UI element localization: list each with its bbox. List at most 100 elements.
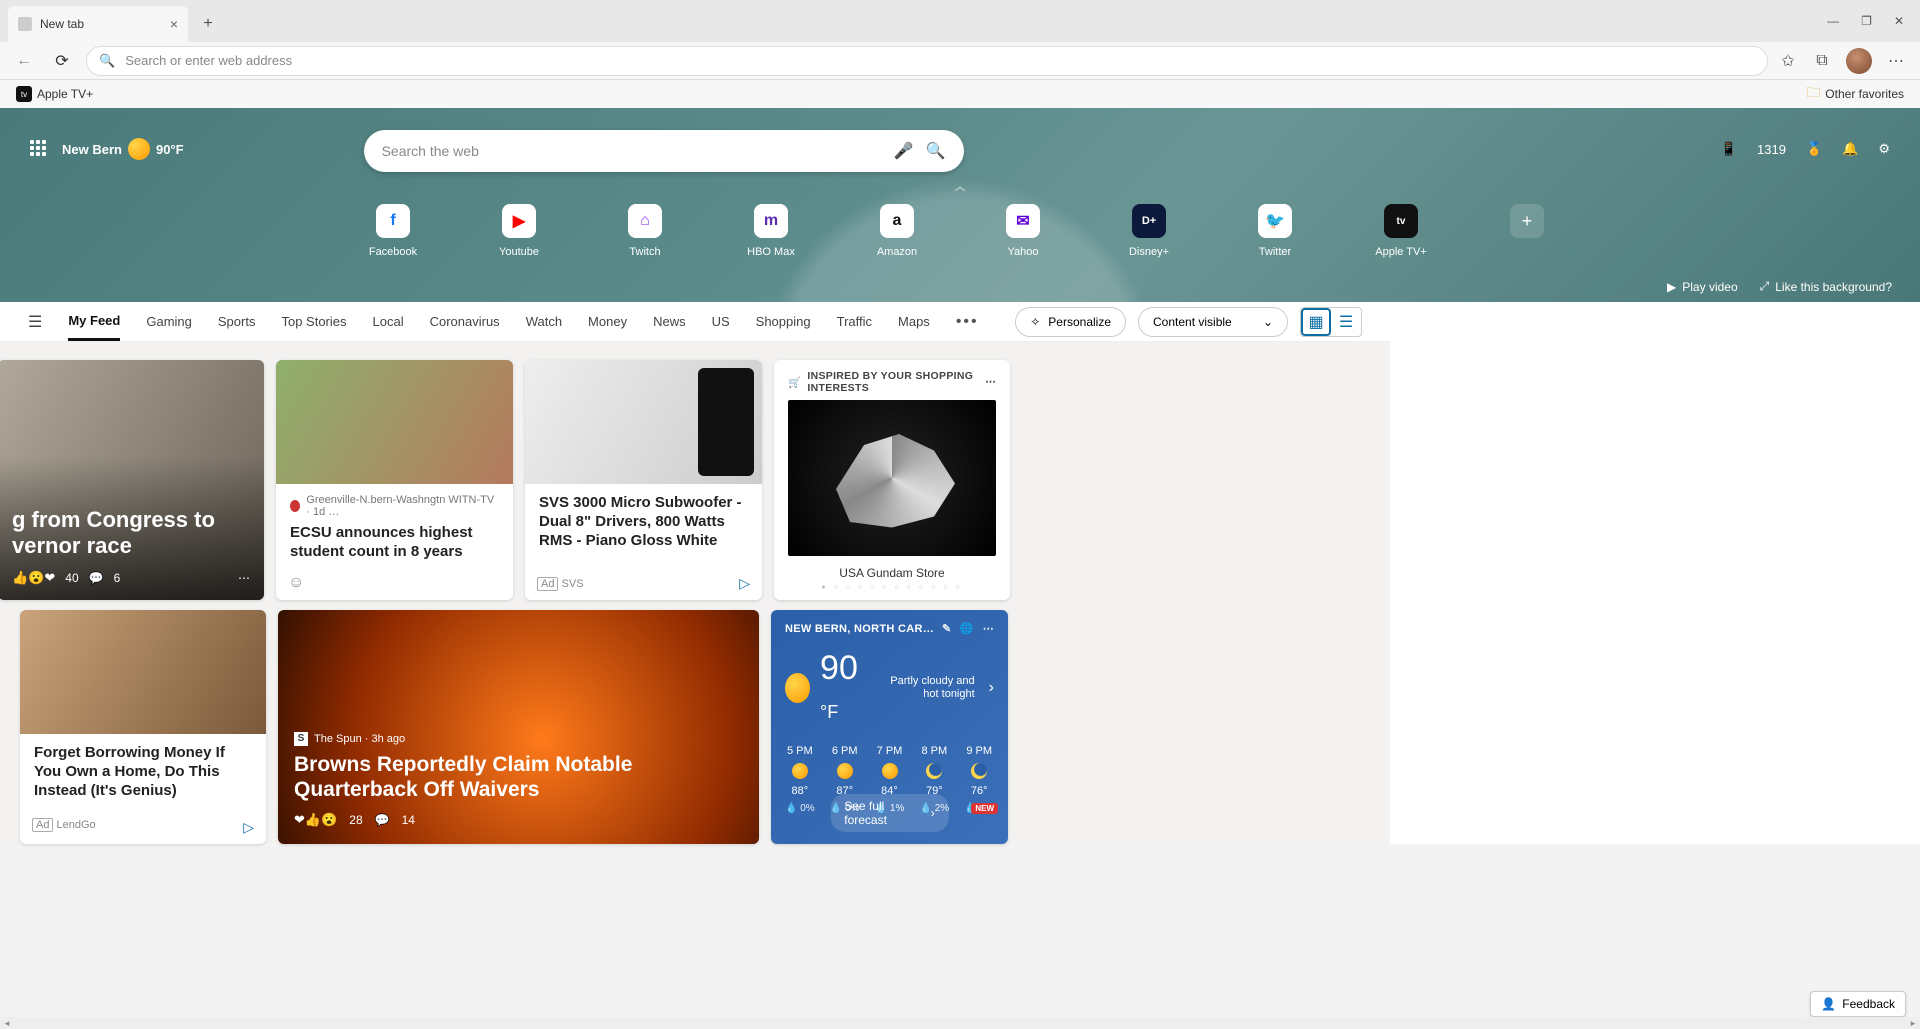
collapse-caret-icon[interactable]: ︿ [955, 178, 966, 194]
feed-tab-sports[interactable]: Sports [218, 304, 256, 339]
full-forecast-button[interactable]: See full forecast › [830, 794, 949, 832]
card-svs-ad[interactable]: SVS 3000 Micro Subwoofer - Dual 8" Drive… [525, 360, 762, 600]
profile-avatar[interactable] [1846, 48, 1872, 74]
comment-icon[interactable]: 💬 [375, 813, 390, 827]
web-search-input[interactable]: Search the web 🎤 🔍 [364, 130, 964, 172]
favorite-item-appletv[interactable]: tv Apple TV+ [10, 84, 99, 104]
card-ecsu[interactable]: Greenville-N.bern-Washngtn WITN-TV · 1d … [276, 360, 513, 600]
notifications-icon[interactable]: 🔔 [1842, 141, 1858, 157]
mobile-icon[interactable]: 📱 [1721, 141, 1737, 157]
ad-label: Ad [537, 577, 558, 591]
carousel-next-icon[interactable]: › [1009, 470, 1010, 486]
appletv-icon: tv [16, 86, 32, 102]
cart-icon: 🛒 [788, 376, 801, 389]
back-button[interactable]: ← [10, 47, 38, 75]
other-favorites-button[interactable]: 🗀 Other favorites [1800, 80, 1910, 108]
edit-icon[interactable]: ✎ [942, 622, 952, 635]
chevron-right-icon[interactable]: › [989, 679, 994, 697]
feed-tab-topstories[interactable]: Top Stories [281, 304, 346, 339]
ql-twitch[interactable]: ⌂Twitch [610, 204, 680, 258]
weather-temp: 90°F [156, 142, 184, 157]
feed-tab-maps[interactable]: Maps [898, 304, 930, 339]
carousel-prev-icon[interactable]: ‹ [774, 470, 775, 486]
card-shopping[interactable]: 🛒 INSPIRED BY YOUR SHOPPING INTERESTS ⋯ … [774, 360, 1010, 600]
content-visibility-select[interactable]: Content visible⌄ [1138, 307, 1288, 337]
comment-icon[interactable]: 💬 [89, 571, 104, 585]
scroll-left-icon[interactable]: ◂ [0, 1017, 14, 1029]
ql-yahoo[interactable]: ✉Yahoo [988, 204, 1058, 258]
ql-twitter[interactable]: 🐦Twitter [1240, 204, 1310, 258]
mic-icon[interactable]: 🎤 [894, 141, 914, 161]
ql-appletv[interactable]: tvApple TV+ [1366, 204, 1436, 258]
card-more-icon[interactable]: ⋯ [238, 571, 250, 585]
hour-5pm[interactable]: 5 PM88°💧 0% [785, 745, 815, 814]
ad-play-icon[interactable]: ▷ [243, 819, 254, 836]
chevron-down-icon: ⌄ [1263, 315, 1273, 329]
maximize-icon[interactable]: ❐ [1861, 14, 1872, 28]
menu-ellipsis-icon[interactable]: ⋯ [1886, 51, 1906, 71]
url-input[interactable]: 🔍 Search or enter web address [86, 46, 1768, 76]
card-browns[interactable]: S The Spun · 3h ago Browns Reportedly Cl… [278, 610, 759, 844]
personalize-button[interactable]: ✧ Personalize [1015, 307, 1126, 337]
play-video-button[interactable]: ▶ Play video [1667, 280, 1738, 294]
settings-gear-icon[interactable]: ⚙ [1878, 141, 1890, 157]
feed-tab-gaming[interactable]: Gaming [146, 304, 192, 339]
globe-icon[interactable]: 🌐 [960, 622, 974, 635]
ql-facebook[interactable]: fFacebook [358, 204, 428, 258]
card-dismiss-icon[interactable]: ☺ [288, 574, 304, 592]
refresh-button[interactable]: ⟳ [48, 47, 76, 75]
feed-menu-icon[interactable]: ☰ [28, 312, 42, 332]
ql-disney[interactable]: D+Disney+ [1114, 204, 1184, 258]
feed-tab-us[interactable]: US [712, 304, 730, 339]
quick-links-row: fFacebook ▶Youtube ⌂Twitch mHBO Max aAma… [358, 204, 1562, 258]
card-more-icon[interactable]: ⋯ [985, 376, 996, 388]
reactions-icon[interactable]: ❤👍😮 [294, 812, 337, 828]
tab-close-icon[interactable]: × [170, 16, 178, 32]
grid-view-icon[interactable]: ▦ [1301, 308, 1331, 336]
feed-tab-traffic[interactable]: Traffic [837, 304, 872, 339]
newtab-hero: New Bern 90°F Search the web 🎤 🔍 📱 1319 … [0, 108, 1920, 302]
card-headline-hero[interactable]: g from Congress tovernor race 👍😮❤ 40 💬 6… [0, 360, 264, 600]
feedback-button[interactable]: 👤 Feedback [1810, 991, 1906, 1017]
other-favorites-label: Other favorites [1825, 87, 1904, 101]
ql-youtube[interactable]: ▶Youtube [484, 204, 554, 258]
weather-chip[interactable]: New Bern 90°F [62, 138, 184, 160]
minimize-icon[interactable]: — [1827, 14, 1839, 28]
carousel-dots[interactable]: ● ○ ○ ○ ○ ○ ○ ○ ○ ○ ○ ○ [788, 584, 996, 591]
reactions-icon[interactable]: 👍😮❤ [12, 570, 55, 586]
like-background-button[interactable]: ⤢ Like this background? [1760, 279, 1892, 294]
collections-icon[interactable]: ⧉ [1812, 51, 1832, 71]
rewards-trophy-icon[interactable]: 🏅 [1806, 141, 1822, 157]
scroll-right-icon[interactable]: ▸ [1906, 1017, 1920, 1029]
feed-tab-money[interactable]: Money [588, 304, 627, 339]
feed-tab-watch[interactable]: Watch [526, 304, 562, 339]
list-view-icon[interactable]: ☰ [1331, 308, 1361, 336]
feed-tab-myfeed[interactable]: My Feed [68, 303, 120, 341]
ql-hbomax[interactable]: mHBO Max [736, 204, 806, 258]
feed-tab-local[interactable]: Local [373, 304, 404, 339]
close-window-icon[interactable]: ✕ [1894, 14, 1904, 28]
titlebar: New tab × + — ❐ ✕ [0, 0, 1920, 42]
browser-tab[interactable]: New tab × [8, 6, 188, 42]
new-tab-button[interactable]: + [194, 10, 222, 38]
weather-sun-icon [128, 138, 150, 160]
feed-tab-more-icon[interactable]: ••• [956, 313, 979, 331]
ql-add-button[interactable]: + [1492, 204, 1562, 258]
favorite-star-icon[interactable]: ✩ [1778, 51, 1798, 71]
ql-amazon[interactable]: aAmazon [862, 204, 932, 258]
like-count: 28 [349, 813, 362, 827]
feed-tab-news[interactable]: News [653, 304, 686, 339]
horizontal-scrollbar[interactable]: ◂ ▸ [0, 1017, 1920, 1029]
app-launcher-icon[interactable] [30, 140, 48, 158]
feed-tab-shopping[interactable]: Shopping [756, 304, 811, 339]
new-badge: NEW [971, 803, 998, 814]
card-lendgo-ad[interactable]: Forget Borrowing Money If You Own a Home… [20, 610, 266, 844]
rewards-points[interactable]: 1319 [1757, 142, 1786, 157]
search-submit-icon[interactable]: 🔍 [926, 141, 946, 161]
ad-brand: SVS [562, 578, 584, 590]
card-weather[interactable]: NEW BERN, NORTH CAR… ✎ 🌐 ⋯ 90 °F Partly … [771, 610, 1008, 844]
card-more-icon[interactable]: ⋯ [983, 622, 994, 635]
feed-row-2: Forget Borrowing Money If You Own a Home… [0, 610, 1390, 844]
ad-play-icon[interactable]: ▷ [739, 575, 750, 592]
feed-tab-coronavirus[interactable]: Coronavirus [430, 304, 500, 339]
